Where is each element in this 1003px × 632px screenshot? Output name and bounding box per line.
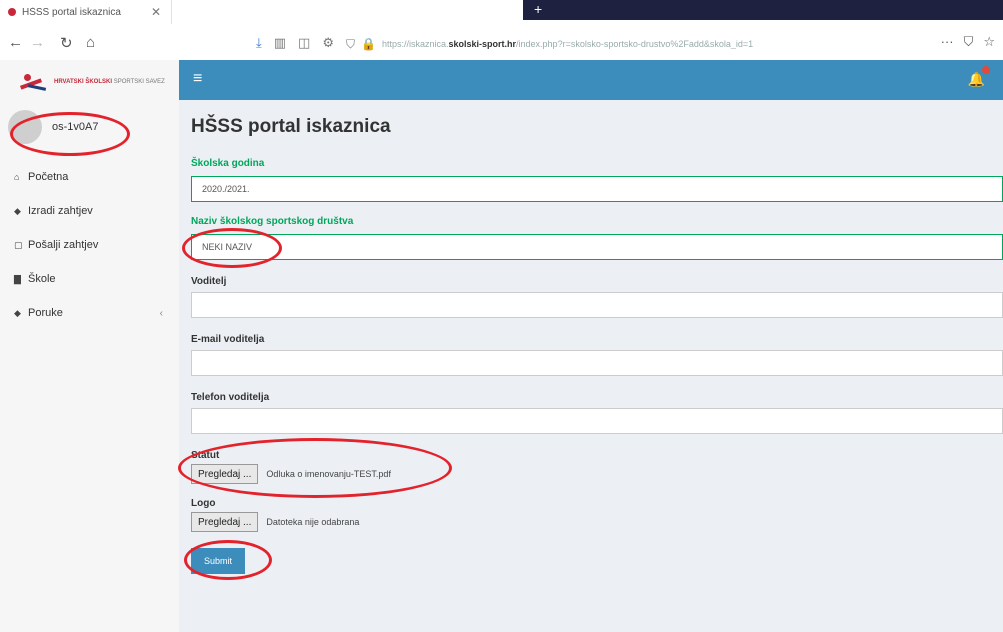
sidebar-item-posalji-zahtjev[interactable]: ▢ Pošalji zahtjev — [0, 228, 179, 262]
address-bar[interactable]: ⛉ 🔒 https://iskaznica.skolski-sport.hr/i… — [346, 34, 866, 54]
bookmark-star-icon[interactable]: ☆ — [983, 34, 995, 50]
building-icon: ▇ — [14, 273, 21, 284]
leader-field[interactable] — [191, 292, 1003, 318]
sidebar-item-label: Izradi zahtjev — [28, 205, 93, 217]
tab-title: HŠSS portal iskaznica — [22, 6, 121, 18]
notifications-bell-icon[interactable]: 🔔 — [967, 66, 990, 88]
download-icon[interactable]: ⤓ — [256, 35, 262, 51]
club-name-label: Naziv školskog sportskog društva — [191, 216, 354, 227]
leader-phone-label: Telefon voditelja — [191, 392, 270, 403]
browser-nav-bar: ← → ↻ ⌂ ⤓ ▥ ◫ ⚙ ⛉ 🔒 https://iskaznica.sk… — [0, 28, 1003, 60]
home-icon[interactable]: ⌂ — [86, 34, 95, 51]
sidebar-item-skole[interactable]: ▇ Škole — [0, 262, 179, 296]
school-year-field[interactable]: 2020./2021. — [191, 176, 1003, 202]
chevron-left-icon: ‹ — [159, 307, 163, 319]
lock-icon: 🔒 — [361, 37, 376, 51]
sidebar-item-label: Poruke — [28, 307, 63, 319]
logo-label: Logo — [191, 498, 216, 509]
annotation-ring-club-name — [182, 228, 282, 268]
logo-mark-icon — [18, 72, 48, 92]
browser-right-icons: ··· ⛉ ☆ — [941, 34, 995, 50]
logo-browse-button[interactable]: Pregledaj ... — [191, 512, 259, 532]
file-icon: ▢ — [14, 239, 23, 250]
leader-phone-field[interactable] — [191, 408, 1003, 434]
notification-badge — [982, 66, 990, 74]
browser-tab-bar: HŠSS portal iskaznica ✕ + — [0, 0, 1003, 28]
page-title: HŠSS portal iskaznica — [191, 116, 391, 137]
tag-icon: ◆ — [14, 307, 21, 318]
forward-icon[interactable]: → — [30, 34, 45, 51]
annotation-ring-user — [10, 112, 130, 156]
annotation-ring-statute — [178, 438, 452, 498]
sidebar-item-label: Početna — [28, 171, 69, 183]
sidebar-item-poruke[interactable]: ◆ Poruke ‹ — [0, 296, 179, 330]
leader-email-field[interactable] — [191, 350, 1003, 376]
sidebar-menu: ⌂ Početna ◆ Izradi zahtjev ▢ Pošalji zah… — [0, 160, 179, 330]
settings-icon[interactable]: ⚙ — [322, 35, 334, 51]
reload-icon[interactable]: ↻ — [60, 34, 73, 52]
menu-toggle-icon[interactable]: ≡ — [193, 70, 202, 88]
more-icon[interactable]: ··· — [941, 34, 954, 50]
annotation-ring-submit — [184, 540, 272, 580]
url-text: https://iskaznica.skolski-sport.hr/index… — [381, 39, 754, 49]
bell-glyph: 🔔 — [967, 71, 985, 87]
logo[interactable]: HRVATSKI ŠKOLSKI SPORTSKI SAVEZ — [18, 68, 178, 96]
toolbar-icons: ⤓ ▥ ◫ ⚙ — [256, 35, 334, 51]
browser-tab[interactable]: HŠSS portal iskaznica ✕ — [0, 0, 172, 24]
school-year-label: Školska godina — [191, 158, 265, 169]
leader-label: Voditelj — [191, 276, 227, 287]
favicon-icon — [8, 8, 16, 16]
sidebar-item-pocetna[interactable]: ⌂ Početna — [0, 160, 179, 194]
library-icon[interactable]: ▥ — [274, 35, 286, 51]
logo-file-input: Pregledaj ... Datoteka nije odabrana — [191, 512, 359, 532]
tab-strip-background — [523, 0, 1003, 20]
new-tab-icon[interactable]: + — [534, 1, 542, 17]
back-icon[interactable]: ← — [8, 34, 23, 51]
home-icon: ⌂ — [14, 172, 20, 182]
club-name-field[interactable]: NEKI NAZIV — [191, 234, 1003, 260]
shield-icon: ⛉ — [346, 36, 356, 51]
leader-email-label: E-mail voditelja — [191, 334, 265, 345]
logo-file-name: Datoteka nije odabrana — [266, 517, 360, 527]
logo-text: HRVATSKI ŠKOLSKI SPORTSKI SAVEZ — [54, 79, 165, 85]
pocket-icon[interactable]: ⛉ — [964, 34, 974, 50]
sidebar-icon[interactable]: ◫ — [298, 35, 310, 51]
main-content: HŠSS portal iskaznica Školska godina 202… — [179, 100, 1003, 632]
sidebar-item-label: Škole — [28, 273, 56, 285]
sidebar-item-izradi-zahtjev[interactable]: ◆ Izradi zahtjev — [0, 194, 179, 228]
top-header-bar: ≡ 🔔 — [179, 60, 1003, 100]
sidebar-item-label: Pošalji zahtjev — [28, 239, 99, 251]
tag-icon: ◆ — [14, 205, 21, 216]
close-tab-icon[interactable]: ✕ — [151, 5, 161, 19]
